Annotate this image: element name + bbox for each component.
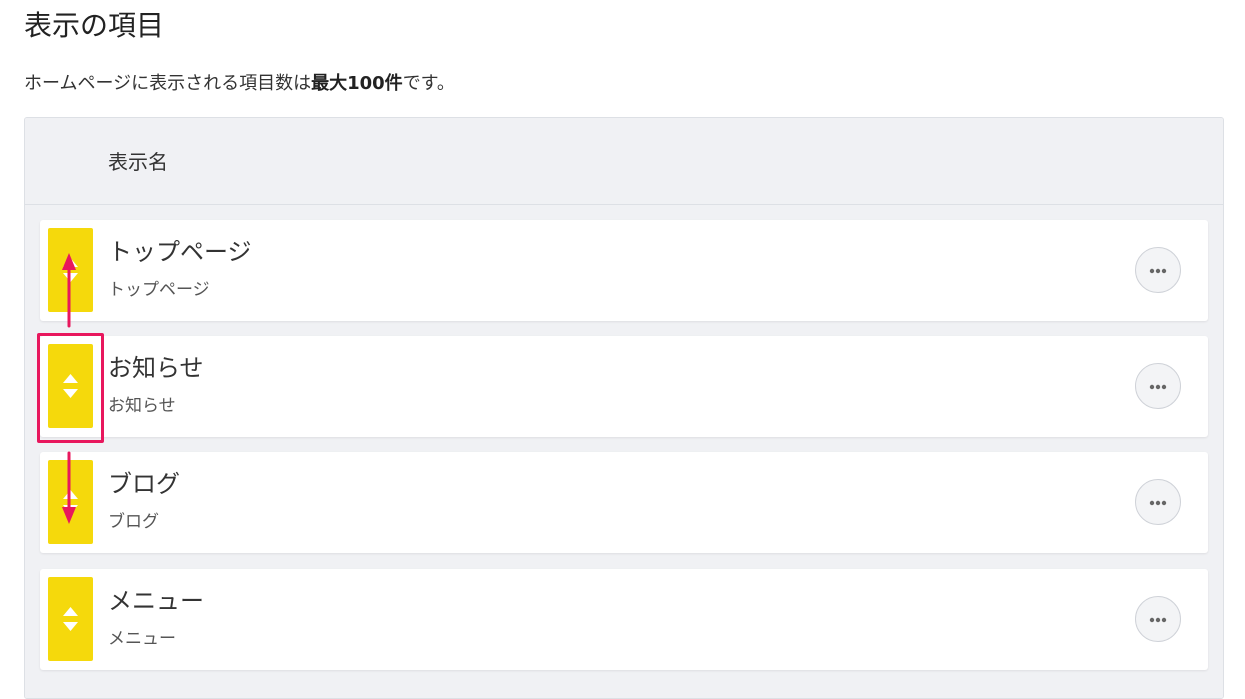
table-header: 表示名 <box>25 118 1223 205</box>
sort-arrows-icon <box>63 607 78 631</box>
list-item: お知らせ お知らせ <box>40 336 1208 437</box>
drag-handle[interactable] <box>48 577 93 661</box>
intro-text: ホームページに表示される項目数は最大100件です。 <box>24 70 455 98</box>
more-button[interactable] <box>1135 479 1181 525</box>
ellipsis-icon <box>1149 617 1167 623</box>
list-item: ブログ ブログ <box>40 452 1208 553</box>
item-subtitle: トップページ <box>108 280 210 300</box>
ellipsis-icon <box>1149 268 1167 274</box>
item-subtitle: お知らせ <box>108 396 176 416</box>
intro-prefix: ホームページに表示される項目数は <box>24 73 312 94</box>
highlight-box <box>37 333 104 443</box>
item-title: メニュー <box>108 587 204 615</box>
ellipsis-icon <box>1149 384 1167 390</box>
more-button[interactable] <box>1135 363 1181 409</box>
item-list: トップページ トップページ お知らせ お知らせ ブログ ブログ メニュー メニュ… <box>25 205 1223 698</box>
page-title: 表示の項目 <box>24 9 165 42</box>
item-title: お知らせ <box>108 354 204 382</box>
arrow-down-icon <box>62 451 76 524</box>
intro-suffix: です。 <box>402 73 455 94</box>
intro-max-count: 最大100件 <box>311 73 403 94</box>
item-subtitle: ブログ <box>108 512 159 532</box>
item-subtitle: メニュー <box>108 629 176 649</box>
item-title: トップページ <box>108 238 252 266</box>
column-header-display-name: 表示名 <box>108 150 168 174</box>
arrow-up-icon <box>62 253 76 328</box>
items-panel: 表示名 トップページ トップページ お知らせ お知らせ ブログ ブログ メニュー… <box>24 117 1224 699</box>
more-button[interactable] <box>1135 596 1181 642</box>
list-item: トップページ トップページ <box>40 220 1208 321</box>
ellipsis-icon <box>1149 500 1167 506</box>
more-button[interactable] <box>1135 247 1181 293</box>
list-item: メニュー メニュー <box>40 569 1208 670</box>
item-title: ブログ <box>108 470 180 498</box>
